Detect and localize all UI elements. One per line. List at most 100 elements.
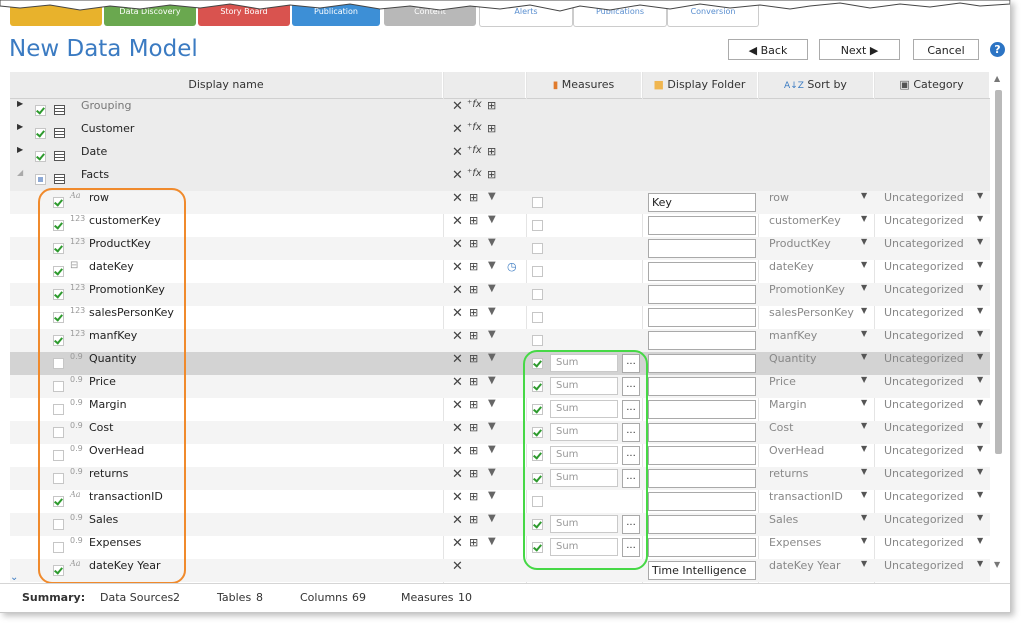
chevron-down-icon[interactable]: ▼ xyxy=(977,260,983,269)
sort-by-value[interactable]: customerKey xyxy=(769,214,841,227)
category-value[interactable]: Uncategorized xyxy=(884,421,964,434)
remove-icon[interactable]: ✕ xyxy=(452,283,463,298)
category-value[interactable]: Uncategorized xyxy=(884,260,964,273)
expand-arrow-icon[interactable]: ▶ xyxy=(17,99,23,108)
sort-by-value[interactable]: Expenses xyxy=(769,536,821,549)
header-sort-by[interactable]: A↓Z Sort by xyxy=(758,72,874,98)
table-checkbox[interactable] xyxy=(35,151,46,162)
hierarchy-icon[interactable]: ⊞ xyxy=(469,536,478,549)
display-folder-input[interactable] xyxy=(648,285,756,304)
filter-icon[interactable]: ▼ xyxy=(488,260,496,271)
remove-icon[interactable]: ✕ xyxy=(452,444,463,459)
category-value[interactable]: Uncategorized xyxy=(884,513,964,526)
header-display-name[interactable]: Display name xyxy=(10,72,443,98)
category-value[interactable]: Uncategorized xyxy=(884,214,964,227)
chevron-down-icon[interactable]: ▼ xyxy=(861,260,867,269)
back-button[interactable]: ◀ Back xyxy=(728,39,808,60)
chevron-down-icon[interactable]: ▼ xyxy=(861,237,867,246)
chevron-down-icon[interactable]: ▼ xyxy=(861,352,867,361)
filter-icon[interactable]: ▼ xyxy=(488,398,496,409)
category-value[interactable]: Uncategorized xyxy=(884,306,964,319)
category-value[interactable]: Uncategorized xyxy=(884,191,964,204)
expand-arrow-icon[interactable]: ◢ xyxy=(17,168,23,177)
filter-icon[interactable]: ▼ xyxy=(488,467,496,478)
add-table-icon[interactable]: ⊞ xyxy=(487,99,496,112)
hierarchy-icon[interactable]: ⊞ xyxy=(469,421,478,434)
chevron-down-icon[interactable]: ▼ xyxy=(977,237,983,246)
chevron-down-icon[interactable]: ▼ xyxy=(977,352,983,361)
sort-by-value[interactable]: dateKey Year xyxy=(769,559,841,572)
remove-icon[interactable]: ✕ xyxy=(452,421,463,436)
category-value[interactable]: Uncategorized xyxy=(884,490,964,503)
hierarchy-icon[interactable]: ⊞ xyxy=(469,352,478,365)
chevron-down-icon[interactable]: ▼ xyxy=(861,421,867,430)
vertical-scrollbar[interactable]: ▲ ▼ xyxy=(992,72,1004,583)
add-table-icon[interactable]: ⊞ xyxy=(487,145,496,158)
chevron-down-icon[interactable]: ▼ xyxy=(977,283,983,292)
next-button[interactable]: Next ▶ xyxy=(819,39,900,60)
display-folder-input[interactable] xyxy=(648,377,756,396)
remove-icon[interactable]: ✕ xyxy=(452,490,463,505)
chevron-down-icon[interactable]: ▼ xyxy=(977,490,983,499)
display-folder-input[interactable] xyxy=(648,308,756,327)
table-checkbox[interactable] xyxy=(35,128,46,139)
filter-icon[interactable]: ▼ xyxy=(488,444,496,455)
add-calculation-icon[interactable]: ⁺fx xyxy=(467,168,482,179)
filter-icon[interactable]: ▼ xyxy=(488,536,496,547)
display-folder-input[interactable] xyxy=(648,492,756,511)
chevron-down-icon[interactable]: ▼ xyxy=(977,214,983,223)
display-folder-input[interactable] xyxy=(648,400,756,419)
filter-icon[interactable]: ▼ xyxy=(488,513,496,524)
add-table-icon[interactable]: ⊞ xyxy=(487,168,496,181)
remove-icon[interactable]: ✕ xyxy=(452,467,463,482)
filter-icon[interactable]: ▼ xyxy=(488,375,496,386)
clock-icon[interactable]: ◷ xyxy=(507,260,517,273)
hierarchy-icon[interactable]: ⊞ xyxy=(469,329,478,342)
remove-icon[interactable]: ✕ xyxy=(452,375,463,390)
hierarchy-icon[interactable]: ⊞ xyxy=(469,214,478,227)
table-checkbox[interactable] xyxy=(35,174,46,185)
chevron-down-icon[interactable]: ▼ xyxy=(977,559,983,568)
chevron-down-icon[interactable]: ▼ xyxy=(861,536,867,545)
remove-icon[interactable]: ✕ xyxy=(452,306,463,321)
sort-by-value[interactable]: returns xyxy=(769,467,808,480)
chevron-down-icon[interactable]: ▼ xyxy=(977,513,983,522)
sort-by-value[interactable]: salesPersonKey xyxy=(769,306,854,319)
add-calculation-icon[interactable]: ⁺fx xyxy=(467,122,482,133)
sort-by-value[interactable]: dateKey xyxy=(769,260,814,273)
category-value[interactable]: Uncategorized xyxy=(884,329,964,342)
filter-icon[interactable]: ▼ xyxy=(488,237,496,248)
display-folder-input[interactable] xyxy=(648,262,756,281)
chevron-down-icon[interactable]: ▼ xyxy=(977,329,983,338)
display-folder-input[interactable]: Key xyxy=(648,193,756,212)
chevron-down-icon[interactable]: ▼ xyxy=(861,375,867,384)
scroll-down-icon[interactable]: ▼ xyxy=(994,560,1000,569)
remove-icon[interactable]: ✕ xyxy=(452,191,463,206)
chevron-down-icon[interactable]: ▼ xyxy=(977,306,983,315)
remove-icon[interactable]: ✕ xyxy=(452,559,463,574)
remove-icon[interactable]: ✕ xyxy=(452,214,463,229)
hierarchy-icon[interactable]: ⊞ xyxy=(469,490,478,503)
category-value[interactable]: Uncategorized xyxy=(884,467,964,480)
chevron-down-icon[interactable]: ▼ xyxy=(861,490,867,499)
category-value[interactable]: Uncategorized xyxy=(884,283,964,296)
remove-icon[interactable]: ✕ xyxy=(452,99,463,114)
hierarchy-icon[interactable]: ⊞ xyxy=(469,260,478,273)
measure-checkbox[interactable] xyxy=(532,335,543,346)
sort-by-value[interactable]: Quantity xyxy=(769,352,817,365)
header-measures[interactable]: ▮ Measures xyxy=(526,72,642,98)
remove-icon[interactable]: ✕ xyxy=(452,398,463,413)
hierarchy-icon[interactable]: ⊞ xyxy=(469,398,478,411)
remove-icon[interactable]: ✕ xyxy=(452,260,463,275)
sort-by-value[interactable]: ProductKey xyxy=(769,237,831,250)
chevron-down-icon[interactable]: ▼ xyxy=(977,444,983,453)
sort-by-value[interactable]: row xyxy=(769,191,789,204)
header-category[interactable]: ▣ Category xyxy=(874,72,990,98)
measure-checkbox[interactable] xyxy=(532,220,543,231)
category-value[interactable]: Uncategorized xyxy=(884,398,964,411)
sort-by-value[interactable]: Cost xyxy=(769,421,793,434)
help-icon[interactable]: ? xyxy=(990,42,1005,57)
add-calculation-icon[interactable]: ⁺fx xyxy=(467,145,482,156)
display-folder-input[interactable] xyxy=(648,515,756,534)
filter-icon[interactable]: ▼ xyxy=(488,352,496,363)
